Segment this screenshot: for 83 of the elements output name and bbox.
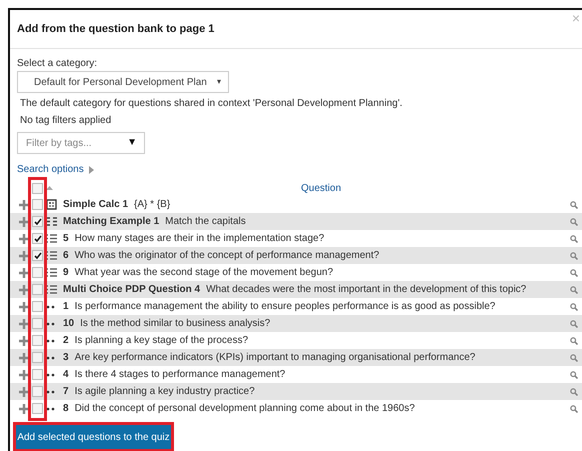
- question-column-header[interactable]: Question: [301, 180, 342, 196]
- question-name: 6: [63, 249, 69, 263]
- question-name: 8: [63, 402, 69, 416]
- calculator-icon: [46, 199, 57, 210]
- list-icon: [46, 267, 57, 278]
- question-text: {A} * {B}: [134, 198, 172, 212]
- question-name: 3: [63, 351, 69, 365]
- question-name: 7: [63, 385, 69, 399]
- add-icon[interactable]: [19, 200, 29, 210]
- add-icon[interactable]: [19, 386, 29, 396]
- add-icon[interactable]: [19, 404, 29, 414]
- preview-icon[interactable]: [570, 336, 578, 344]
- question-text: How many stages are their in the implementation stage?: [74, 232, 326, 246]
- preview-icon[interactable]: [570, 268, 578, 276]
- question-text: Is agile planning a key industry practice?: [74, 385, 256, 399]
- checkbox[interactable]: [32, 403, 43, 414]
- checkbox[interactable]: [32, 301, 43, 312]
- matching-icon: [46, 216, 57, 227]
- preview-icon[interactable]: [570, 388, 578, 396]
- add-icon[interactable]: [19, 318, 29, 328]
- add-icon[interactable]: [19, 250, 29, 260]
- preview-icon[interactable]: [570, 200, 578, 208]
- add-icon[interactable]: [19, 370, 29, 380]
- checkbox[interactable]: [32, 233, 43, 244]
- question-text: Is planning a key stage of the process?: [74, 334, 250, 348]
- preview-icon[interactable]: [570, 302, 578, 310]
- question-name: Simple Calc 1: [63, 198, 128, 212]
- preview-icon[interactable]: [570, 320, 578, 328]
- question-name: 10: [63, 317, 74, 331]
- question-text: Is the method similar to business analysis?: [80, 317, 272, 331]
- add-selected-button[interactable]: Add selected questions to the quiz: [16, 425, 171, 449]
- checkbox[interactable]: [32, 335, 43, 346]
- preview-icon[interactable]: [570, 404, 578, 412]
- preview-icon[interactable]: [570, 218, 578, 226]
- add-icon[interactable]: [19, 234, 29, 244]
- question-text: Did the concept of personal development planning come about in the 1960s?: [74, 402, 416, 416]
- sort-icon[interactable]: [46, 186, 53, 190]
- dropdown-caret[interactable]: ▼: [127, 137, 137, 149]
- add-icon[interactable]: [19, 268, 29, 278]
- preview-icon[interactable]: [570, 286, 578, 294]
- preview-icon[interactable]: [570, 370, 578, 378]
- question-text: Who was the originator of the concept of performance management?: [74, 249, 380, 263]
- checkbox[interactable]: [32, 284, 43, 295]
- checkbox[interactable]: [32, 318, 43, 329]
- question-text: Are key performance indicators (KPIs) important to managing organisational performance?: [74, 351, 476, 365]
- category-label: Select a category:: [17, 58, 98, 70]
- checkbox[interactable]: [32, 386, 43, 397]
- question-name: 1: [63, 300, 69, 314]
- list-icon: [46, 233, 57, 244]
- category-description: The default category for questions shared in context 'Personal Development Planning'.: [20, 98, 404, 110]
- checkbox[interactable]: [32, 267, 43, 278]
- question-name: Multi Choice PDP Question 4: [63, 283, 200, 297]
- list-icon: [46, 250, 57, 261]
- question-name: Matching Example 1: [63, 215, 160, 229]
- question-name: 5: [63, 232, 69, 246]
- list-icon: [46, 284, 57, 295]
- checkbox[interactable]: [32, 369, 43, 380]
- search-options-link[interactable]: Search options: [17, 164, 84, 176]
- checkbox[interactable]: [32, 250, 43, 261]
- checkbox[interactable]: [32, 182, 43, 194]
- dialog-title: Add from the question bank to page 1: [17, 22, 214, 37]
- preview-icon[interactable]: [570, 354, 578, 362]
- add-icon[interactable]: [19, 336, 29, 346]
- add-icon[interactable]: [19, 352, 29, 362]
- question-text: Is there 4 stages to performance management?: [74, 368, 286, 382]
- add-icon[interactable]: [19, 284, 29, 294]
- question-name: 9: [63, 266, 69, 280]
- tag-filter-status: No tag filters applied: [20, 115, 112, 127]
- question-text: What year was the second stage of the movement begun?: [74, 266, 334, 280]
- preview-icon[interactable]: [570, 252, 578, 260]
- checkbox[interactable]: [32, 216, 43, 227]
- category-select[interactable]: Default for Personal Development Plan ▾: [17, 71, 229, 93]
- checkbox[interactable]: [32, 352, 43, 363]
- expand-icon[interactable]: [88, 166, 94, 174]
- add-icon[interactable]: [19, 302, 29, 312]
- question-text: What decades were the most important in the development of this topic?: [206, 283, 528, 297]
- question-text: Is performance management the ability to ensure peoples performance is as good as possible?: [74, 300, 496, 314]
- question-text: Match the capitals: [165, 215, 247, 229]
- preview-icon[interactable]: [570, 234, 578, 242]
- checkbox[interactable]: [32, 199, 43, 210]
- question-name: 4: [63, 368, 69, 382]
- add-icon[interactable]: [19, 216, 29, 226]
- question-name: 2: [63, 334, 69, 348]
